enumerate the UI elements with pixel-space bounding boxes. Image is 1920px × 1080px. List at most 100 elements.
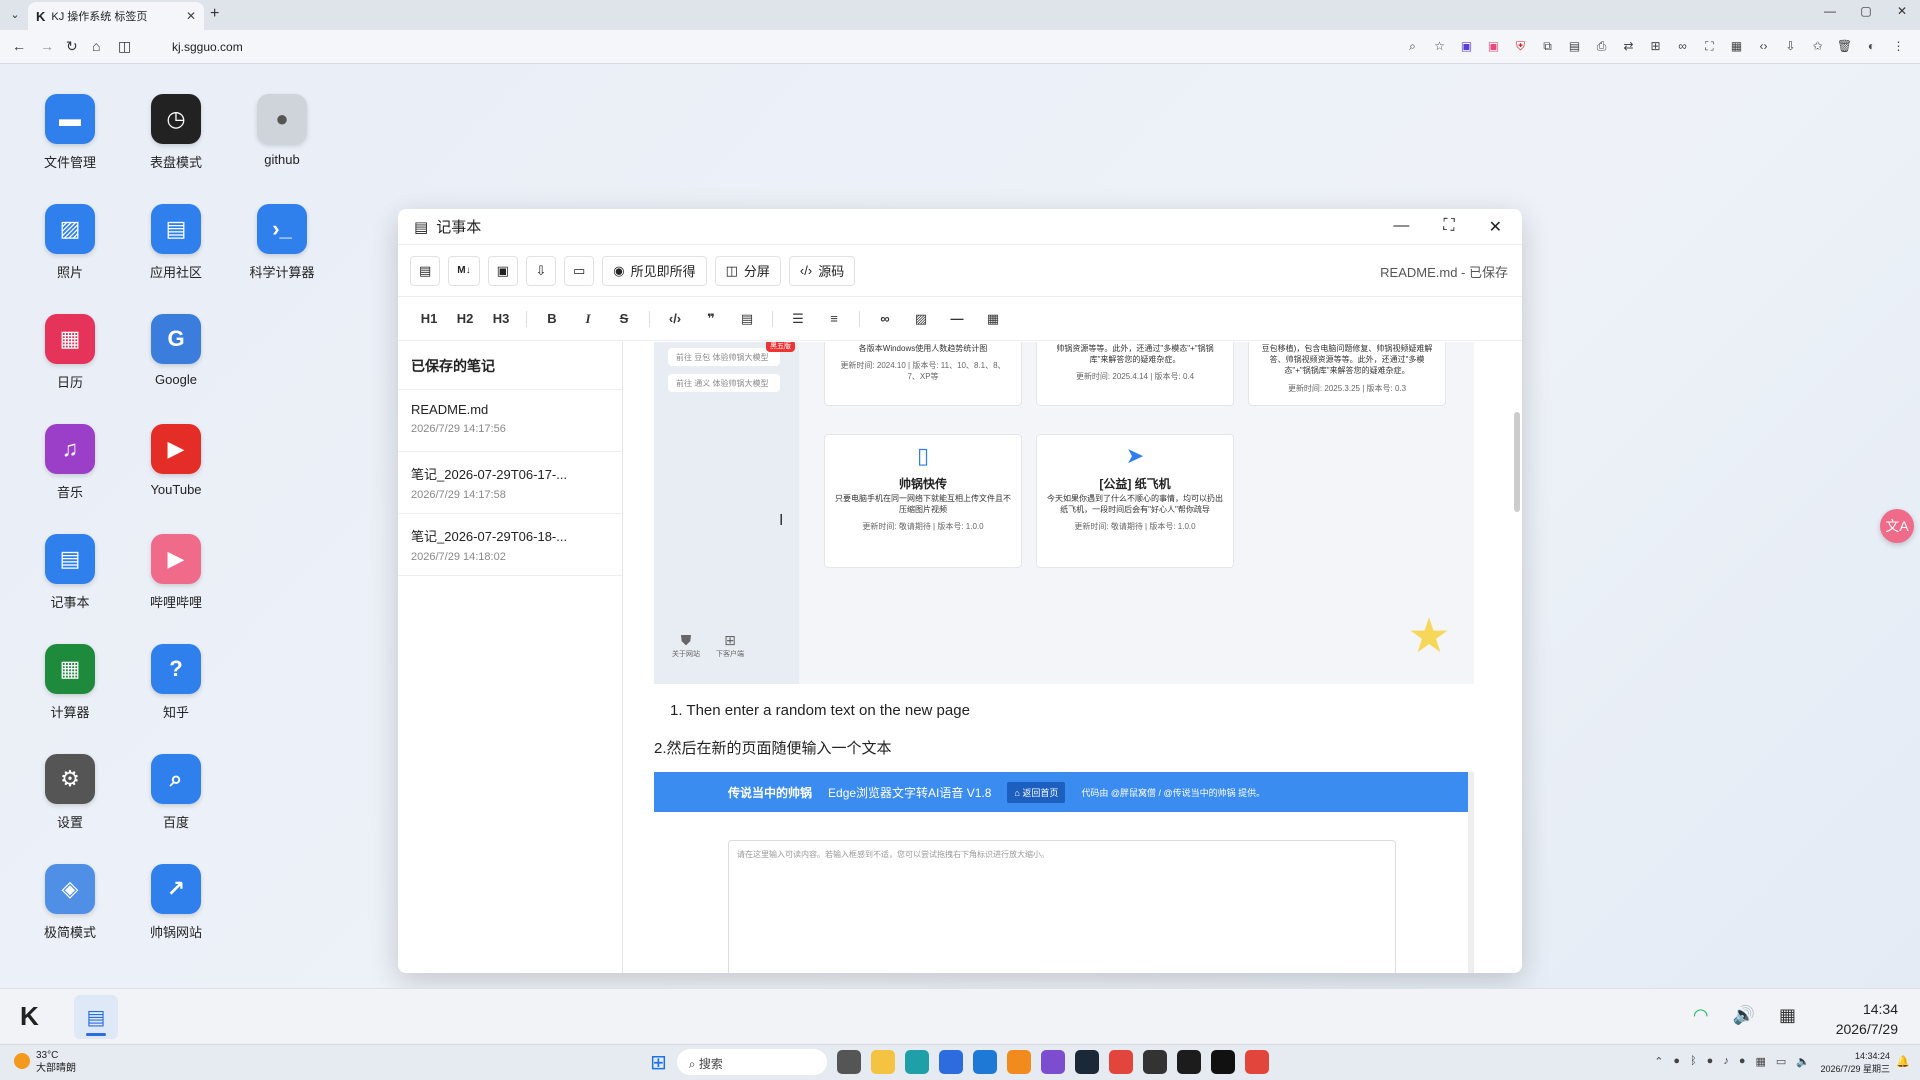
favorite-star-icon[interactable]: ☆ xyxy=(1430,37,1449,56)
desktop-app[interactable]: ▬ 文件管理 xyxy=(25,94,115,171)
extension-icon[interactable]: ▣ xyxy=(1484,37,1503,56)
save-button[interactable]: ▣ xyxy=(487,255,518,286)
close-button[interactable]: ✕ xyxy=(1489,217,1502,237)
quote-icon[interactable]: ❞ xyxy=(700,311,722,327)
capcut-icon[interactable] xyxy=(1210,1050,1235,1074)
desktop-app[interactable]: ›_ 科学计算器 xyxy=(237,204,327,281)
close-button[interactable]: ✕ xyxy=(1884,0,1920,24)
desktop-app[interactable]: ▦ 计算器 xyxy=(25,644,115,721)
store-icon[interactable] xyxy=(938,1050,963,1074)
chrome-icon[interactable] xyxy=(1108,1050,1133,1074)
windows-clock[interactable]: 14:34:24 2026/7/29 星期三 xyxy=(1820,1050,1890,1076)
trash-icon[interactable]: 🗑 xyxy=(1835,37,1854,56)
translate-float-button[interactable]: 文A xyxy=(1880,509,1914,543)
volume-icon[interactable]: 🔊 xyxy=(1733,1005,1755,1026)
reload-icon[interactable]: ↻ xyxy=(66,38,78,55)
source-button[interactable]: ‹/› 源码 xyxy=(788,255,856,286)
desktop-app[interactable]: G Google xyxy=(131,314,221,387)
shield-icon[interactable]: ⛨ xyxy=(1511,37,1530,56)
new-file-button[interactable]: ▤ xyxy=(410,255,441,286)
zoom-icon[interactable]: ⌕ xyxy=(1403,37,1422,56)
fullscreen-button[interactable]: ⛶ xyxy=(1443,217,1454,237)
desktop-app[interactable]: ▦ 日历 xyxy=(25,314,115,391)
tray-app-icon[interactable]: ● xyxy=(1739,1055,1746,1068)
devtools-icon[interactable]: ‹› xyxy=(1754,37,1773,56)
editor-scrollbar[interactable] xyxy=(1514,412,1520,512)
split-view-icon[interactable]: ◫ xyxy=(118,38,131,55)
h3-button[interactable]: H3 xyxy=(490,311,512,326)
bold-icon[interactable]: B xyxy=(541,311,563,326)
desktop-app[interactable]: ▨ 照片 xyxy=(25,204,115,281)
bluetooth-icon[interactable]: ᛒ xyxy=(1690,1055,1697,1068)
note-item[interactable]: README.md 2026/7/29 14:17:56 xyxy=(398,390,622,452)
desktop-app[interactable]: ▤ 记事本 xyxy=(25,534,115,611)
menu-icon[interactable]: ⋮ xyxy=(1889,37,1908,56)
wysiwyg-button[interactable]: ◉ 所见即所得 xyxy=(602,255,707,286)
print-icon[interactable]: ⎙ xyxy=(1592,37,1611,56)
keyboard-icon[interactable]: ▦ xyxy=(1755,1055,1765,1068)
tab-list-dropdown[interactable]: ⌄ xyxy=(6,6,24,24)
image-icon[interactable]: ▨ xyxy=(910,311,932,327)
desktop-app[interactable]: ↗ 帅锅网站 xyxy=(131,864,221,941)
chevron-up-icon[interactable]: ⌃ xyxy=(1654,1055,1663,1068)
kj-logo-icon[interactable]: K xyxy=(20,1001,39,1032)
wifi-icon[interactable]: ◠ xyxy=(1693,1005,1709,1026)
desktop-app[interactable]: ⚙ 设置 xyxy=(25,754,115,831)
os-clock[interactable]: 14:34 2026/7/29 xyxy=(1836,999,1898,1039)
h1-button[interactable]: H1 xyxy=(418,311,440,326)
app-icon[interactable] xyxy=(1142,1050,1167,1074)
table-icon[interactable]: ▦ xyxy=(982,311,1004,327)
favorites-icon[interactable]: ✩ xyxy=(1808,37,1827,56)
desktop-app[interactable]: ◈ 极简模式 xyxy=(25,864,115,941)
horizontal-rule-icon[interactable]: — xyxy=(946,311,968,326)
editor-area[interactable]: 前往 豆包 体验帅锅大模型 黑五版 前往 通义 体验帅锅大模型 ⛊ 关于网站 ⊞ 下… xyxy=(624,342,1522,973)
link-icon[interactable]: ∞ xyxy=(874,311,896,326)
strikethrough-icon[interactable]: S xyxy=(613,311,635,326)
puzzle-icon[interactable]: ⧉ xyxy=(1538,37,1557,56)
desktop-app[interactable]: ? 知乎 xyxy=(131,644,221,721)
screenshot-icon[interactable]: ⛶ xyxy=(1700,37,1719,56)
code-block-icon[interactable]: ▤ xyxy=(736,311,758,327)
code-icon[interactable]: ‹/› xyxy=(664,311,686,326)
home-icon[interactable]: ⌂ xyxy=(92,38,100,54)
mic-icon[interactable]: ♪ xyxy=(1723,1055,1729,1068)
file-explorer-icon[interactable] xyxy=(870,1050,895,1074)
desktop-app[interactable]: ⌕ 百度 xyxy=(131,754,221,831)
network-icon[interactable]: ▭ xyxy=(1776,1055,1786,1068)
forward-icon[interactable]: → xyxy=(40,38,54,54)
markdown-button[interactable]: M↓ xyxy=(448,255,480,286)
split-button[interactable]: ◫ 分屏 xyxy=(714,255,781,286)
volume-icon[interactable]: 🔈 xyxy=(1796,1055,1810,1068)
app-icon[interactable] xyxy=(1006,1050,1031,1074)
open-folder-button[interactable]: ▭ xyxy=(563,255,595,286)
desktop-app[interactable]: ▤ 应用社区 xyxy=(131,204,221,281)
vs-icon[interactable] xyxy=(1040,1050,1065,1074)
keyboard-icon[interactable]: ▦ xyxy=(1779,1005,1796,1026)
new-tab-button[interactable]: + xyxy=(210,5,219,23)
download-icon[interactable]: ⇩ xyxy=(1781,37,1800,56)
taskbar-notepad-button[interactable]: ▤ xyxy=(74,995,118,1039)
italic-icon[interactable]: I xyxy=(577,311,599,327)
download-button[interactable]: ⇩ xyxy=(525,255,556,286)
edge-icon[interactable] xyxy=(904,1050,929,1074)
weather-widget[interactable]: 33°C 大部晴朗 xyxy=(14,1049,76,1075)
tray-app-icon[interactable]: ● xyxy=(1673,1055,1680,1068)
terminal-icon[interactable] xyxy=(1176,1050,1201,1074)
windows-start-icon[interactable]: ⊞ xyxy=(650,1050,667,1075)
notification-icon[interactable]: 🔔 xyxy=(1896,1055,1910,1068)
browser-tab[interactable]: K KJ 操作系统 标签页 ✕ xyxy=(28,2,204,30)
url-field[interactable]: kj.sgguo.com xyxy=(150,34,1400,60)
collections-icon[interactable]: ▦ xyxy=(1727,37,1746,56)
h2-button[interactable]: H2 xyxy=(454,311,476,326)
outlook-icon[interactable] xyxy=(972,1050,997,1074)
profile-icon[interactable]: ◐ xyxy=(1862,37,1881,56)
reading-icon[interactable]: ▤ xyxy=(1565,37,1584,56)
minimize-button[interactable]: — xyxy=(1393,217,1409,237)
apps-icon[interactable]: ⊞ xyxy=(1646,37,1665,56)
translate-icon[interactable]: ⇄ xyxy=(1619,37,1638,56)
chrome-icon[interactable] xyxy=(1244,1050,1269,1074)
taskbar-search[interactable]: ⌕ 搜索 xyxy=(676,1049,827,1075)
task-view-icon[interactable] xyxy=(836,1050,861,1074)
maximize-button[interactable]: ▢ xyxy=(1848,0,1884,24)
desktop-app[interactable]: ▶ 哔哩哔哩 xyxy=(131,534,221,611)
